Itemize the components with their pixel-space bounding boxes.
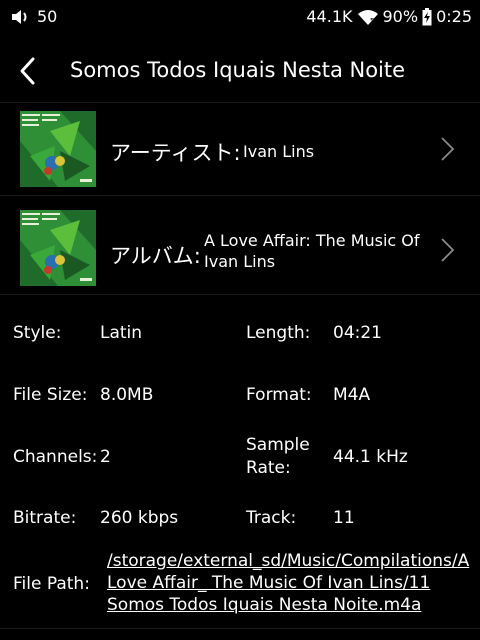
album-cover [20,111,96,187]
chevron-right-icon [441,137,455,161]
album-label: アルバム: [110,244,201,268]
artist-label: アーティスト: [110,141,241,165]
track-value: 11 [333,508,355,528]
divider [0,628,480,629]
style-label: Style: [13,323,62,343]
file-path-link[interactable]: /storage/external_sd/Music/Compilations/… [107,550,477,616]
channels-value: 2 [100,447,111,467]
sample-rate-indicator: 44.1K [306,7,353,26]
artist-value: Ivan Lins [243,142,315,161]
clock: 0:25 [436,7,472,26]
header: Somos Todos Iquais Nesta Noite [0,46,480,98]
bitrate-value: 260 kbps [100,508,179,528]
sample-rate-label-line1: Sample [246,435,310,455]
length-label: Length: [246,323,311,343]
format-value: M4A [333,385,371,405]
status-bar: 50 44.1K 5 90% 0:25 [0,0,480,34]
sample-rate-label-line2: Rate: [246,458,291,478]
sample-rate-value: 44.1 kHz [333,447,408,467]
wifi-icon: 5 [357,9,379,25]
page-title: Somos Todos Iquais Nesta Noite [70,58,406,82]
volume-level: 50 [37,7,58,26]
back-arrow-icon [20,57,35,85]
battery-charging-icon [422,7,432,26]
back-button[interactable] [14,56,42,86]
album-row[interactable]: アルバム: A Love Affair: The Music Of Ivan L… [0,202,480,295]
file-size-label: File Size: [13,385,88,405]
battery-level: 90% [382,7,419,26]
svg-text:5: 5 [370,17,374,25]
file-size-value: 8.0MB [100,385,154,405]
file-path-label: File Path: [13,574,90,594]
artist-row[interactable]: アーティスト: Ivan Lins [0,102,480,196]
volume-icon [11,9,31,25]
album-cover [20,210,96,286]
track-label: Track: [246,508,297,528]
length-value: 04:21 [333,323,382,343]
chevron-right-icon [441,238,455,262]
bitrate-label: Bitrate: [13,508,77,528]
style-value: Latin [100,323,143,343]
format-label: Format: [246,385,312,405]
channels-label: Channels: [13,447,98,467]
album-value: A Love Affair: The Music Of Ivan Lins [204,231,420,271]
